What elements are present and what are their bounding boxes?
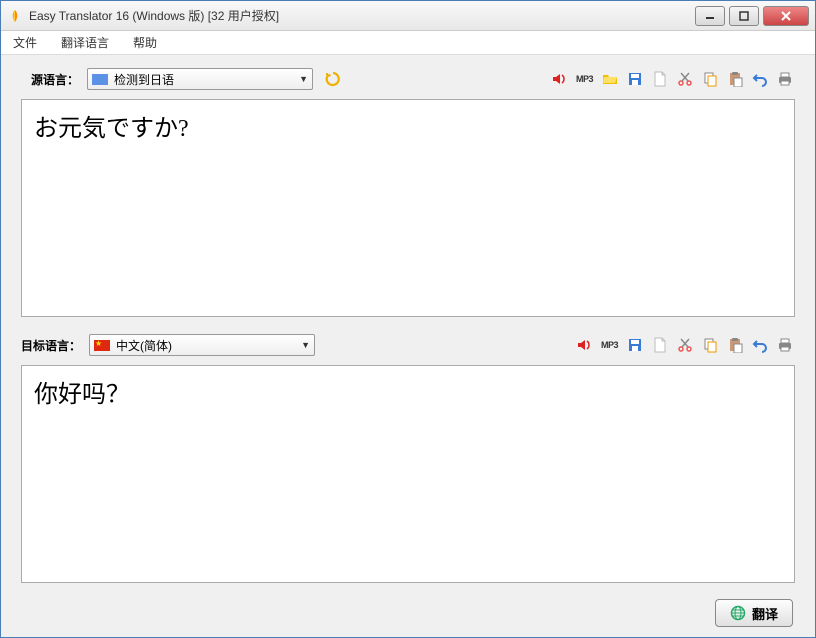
source-text-area[interactable]: お元気ですか? — [21, 99, 795, 317]
copy-button[interactable] — [700, 69, 720, 89]
source-lang-value: 检测到日语 — [114, 71, 299, 88]
menu-translate-languages[interactable]: 翻译语言 — [57, 32, 113, 53]
titlebar: Easy Translator 16 (Windows 版) [32 用户授权] — [1, 1, 815, 31]
paste-button[interactable] — [725, 69, 745, 89]
copy-button[interactable] — [700, 335, 720, 355]
window-controls — [691, 6, 809, 26]
speak-button[interactable] — [574, 335, 594, 355]
target-lang-label: 目标语言： — [21, 337, 81, 354]
chevron-down-icon: ▼ — [301, 340, 310, 350]
print-button[interactable] — [775, 69, 795, 89]
cut-button[interactable] — [675, 335, 695, 355]
translate-button-label: 翻译 — [752, 604, 778, 623]
print-button[interactable] — [775, 335, 795, 355]
paste-button[interactable] — [725, 335, 745, 355]
save-button[interactable] — [625, 69, 645, 89]
footer: 翻译 — [21, 597, 795, 629]
target-toolbar: MP3 — [574, 335, 795, 355]
source-lang-label: 源语言： — [21, 71, 79, 88]
cut-button[interactable] — [675, 69, 695, 89]
cn-flag-icon — [94, 340, 110, 351]
mp3-button[interactable]: MP3 — [599, 335, 620, 355]
new-button[interactable] — [650, 69, 670, 89]
menu-file[interactable]: 文件 — [9, 32, 41, 53]
app-icon — [7, 8, 23, 24]
maximize-button[interactable] — [729, 6, 759, 26]
undo-button[interactable] — [750, 335, 770, 355]
content-area: 源语言： 检测到日语 ▼ MP3 お元気ですか? — [1, 55, 815, 637]
target-text-area[interactable]: 你好吗？ — [21, 365, 795, 583]
close-button[interactable] — [763, 6, 809, 26]
mp3-button[interactable]: MP3 — [574, 69, 595, 89]
minimize-button[interactable] — [695, 6, 725, 26]
speak-button[interactable] — [549, 69, 569, 89]
save-button[interactable] — [625, 335, 645, 355]
refresh-button[interactable] — [321, 68, 345, 90]
source-toolbar: MP3 — [549, 69, 795, 89]
target-lang-row: 目标语言： 中文(简体) ▼ MP3 — [21, 331, 795, 359]
translate-button[interactable]: 翻译 — [715, 599, 793, 627]
target-lang-value: 中文(简体) — [116, 337, 301, 354]
chevron-down-icon: ▼ — [299, 74, 308, 84]
source-lang-row: 源语言： 检测到日语 ▼ MP3 — [21, 65, 795, 93]
target-lang-select[interactable]: 中文(简体) ▼ — [89, 334, 315, 356]
menubar: 文件 翻译语言 帮助 — [1, 31, 815, 55]
un-flag-icon — [92, 74, 108, 85]
menu-help[interactable]: 帮助 — [129, 32, 161, 53]
open-button[interactable] — [600, 69, 620, 89]
globe-icon — [730, 605, 746, 621]
window-title: Easy Translator 16 (Windows 版) [32 用户授权] — [29, 7, 691, 24]
app-window: Easy Translator 16 (Windows 版) [32 用户授权]… — [0, 0, 816, 638]
source-lang-select[interactable]: 检测到日语 ▼ — [87, 68, 313, 90]
new-button[interactable] — [650, 335, 670, 355]
undo-button[interactable] — [750, 69, 770, 89]
